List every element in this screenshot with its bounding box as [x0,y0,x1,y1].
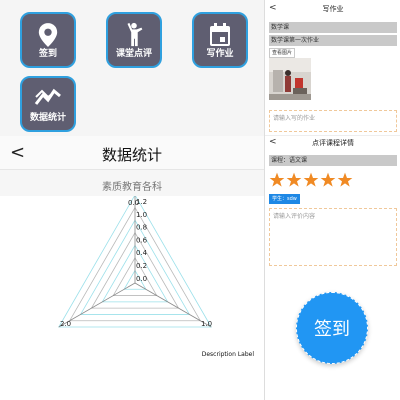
radar-tick-label: 0.2 [136,262,147,270]
student-chip[interactable]: 学生：sdw [269,194,300,204]
radar-chart-panel: 1.2 1.0 0.8 0.6 0.4 0.2 0.0 0.0 1.0 2.0 Descripti… [0,196,264,400]
review-title: 点评课程详情 [312,139,354,147]
homework-title: 写作业 [322,5,344,13]
homework-photo[interactable] [269,58,311,100]
location-pin-icon [38,23,58,47]
radar-tick-label: 1.0 [136,211,147,219]
chart-subtitle: 素质教育各科 [102,182,162,193]
screen: 签到 课堂点评 写作业 数据统计 < 数据统计 素质教育各科 1.2 1.0 0… [0,0,400,400]
radar-tick-label: 0.8 [136,224,147,232]
stats-navbar: < 数据统计 [0,136,264,170]
chart-description-label: Description Label [201,351,254,358]
star-icon[interactable] [337,172,353,188]
trend-chart-icon [34,88,61,105]
star-icon[interactable] [320,172,336,188]
rating-stars[interactable] [269,172,353,188]
person-raise-hand-icon [127,22,143,47]
radar-axis-label: 1.0 [201,320,212,328]
radar-chart: 1.21.00.80.60.40.20.00.01.02.0 [58,196,212,328]
radar-axis-label: 0.0 [128,199,139,207]
statistics-tile[interactable]: 数据统计 [20,76,76,132]
radar-tick-label: 0.0 [136,275,147,283]
feature-grid: 签到 课堂点评 写作业 数据统计 [0,0,264,136]
homework-navbar: < 写作业 [265,2,400,16]
radar-axis-label: 2.0 [60,320,71,328]
left-panel: 签到 课堂点评 写作业 数据统计 < 数据统计 素质教育各科 1.2 1.0 0… [0,0,264,400]
view-images-button[interactable]: 查看图片 [269,48,296,58]
star-icon[interactable] [269,172,285,188]
class-review-tile[interactable]: 课堂点评 [106,12,162,68]
homework-tile-label: 写作业 [206,49,234,59]
radar-tick-label: 0.6 [136,236,148,244]
homework-tile[interactable]: 写作业 [192,12,248,68]
homework-input[interactable]: 请输入写的作业 [269,110,397,132]
checkin-tile[interactable]: 签到 [20,12,76,68]
classroom-photo-image [269,58,311,100]
checkin-tile-label: 签到 [38,49,57,59]
homework-assignment-row: 数学课第一次作业 [269,35,397,46]
review-input[interactable]: 请输入评价内容 [269,208,397,266]
statistics-tile-label: 数据统计 [29,113,66,123]
homework-course-row: 数学课 [269,22,397,33]
star-icon[interactable] [303,172,319,188]
class-review-tile-label: 课堂点评 [115,49,152,59]
star-icon[interactable] [286,172,302,188]
review-course-row: 课程：语文课 [269,155,397,166]
radar-tick-label: 0.4 [136,249,148,257]
review-navbar: < 点评课程详情 [265,135,400,149]
page-title: 数据统计 [101,146,162,164]
calendar-icon [210,23,230,46]
checkin-fab-button[interactable]: 签到 [296,292,368,364]
